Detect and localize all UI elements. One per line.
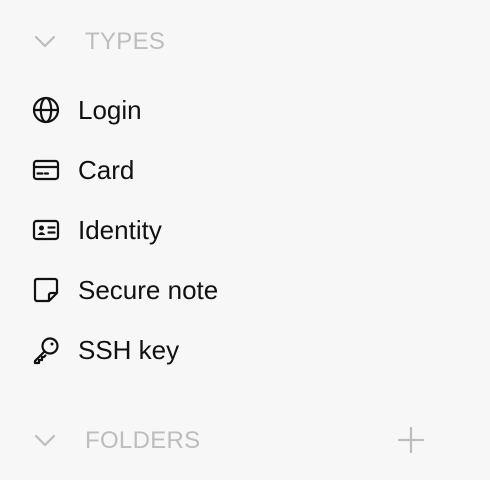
type-item-login[interactable]: Login [30, 80, 218, 140]
folders-section-title: FOLDERS [85, 427, 201, 454]
credit-card-icon [30, 154, 62, 186]
type-item-ssh-key[interactable]: SSH key [30, 320, 218, 380]
type-item-label: Login [78, 94, 142, 125]
type-item-label: SSH key [78, 334, 180, 365]
globe-icon [30, 94, 62, 126]
type-item-card[interactable]: Card [30, 140, 218, 200]
type-item-label: Secure note [78, 274, 219, 305]
chevron-down-icon [30, 32, 60, 52]
types-section-title: TYPES [85, 28, 166, 55]
folders-section-toggle[interactable]: FOLDERS [30, 421, 200, 461]
type-item-label: Card [78, 154, 135, 185]
key-icon [30, 334, 62, 366]
id-card-icon [30, 214, 62, 246]
type-item-identity[interactable]: Identity [30, 200, 218, 260]
vault-filter-panel: TYPES Login Card Identity Secure note SS… [0, 0, 490, 480]
types-list: Login Card Identity Secure note SSH key [30, 80, 218, 380]
add-folder-button[interactable] [393, 424, 429, 460]
type-item-label: Identity [78, 214, 162, 245]
type-item-secure-note[interactable]: Secure note [30, 260, 218, 320]
types-section-toggle[interactable]: TYPES [30, 22, 165, 62]
plus-icon [397, 426, 425, 459]
chevron-down-icon [30, 431, 60, 451]
sticky-note-icon [30, 274, 62, 306]
